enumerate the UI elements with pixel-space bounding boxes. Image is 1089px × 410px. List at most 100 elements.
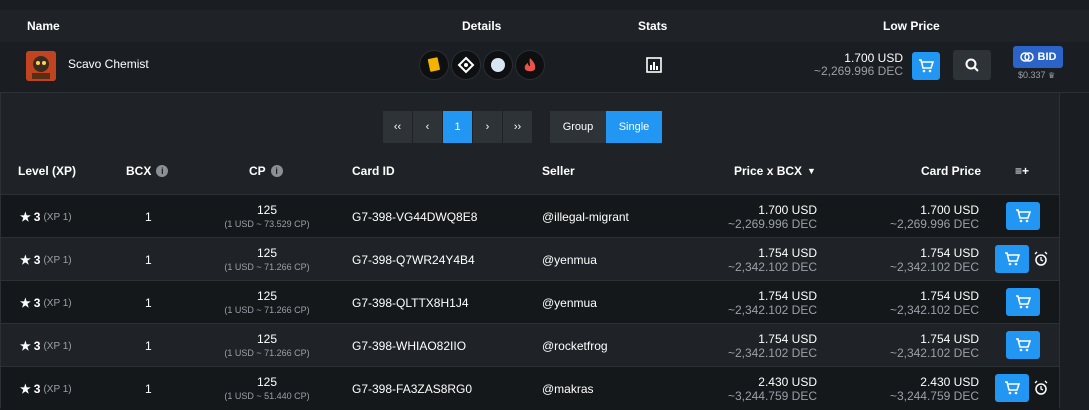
listing-panel: ‹‹ ‹ 1 › ›› Group Single Level (XP) BCX i… [0,93,1060,410]
bcx-value: 1 [145,210,152,224]
col-seller-label: Seller [542,164,575,178]
coins-icon [1019,52,1034,62]
col-price-bcx[interactable]: Price x BCX ▼ [734,164,816,178]
bid-price-value: $0.337 [1018,70,1046,80]
price-bcx-cell: 1.754 USD ~2,342.102 DEC [728,289,817,317]
seller-link[interactable]: @illegal-migrant [542,210,629,224]
table-row[interactable]: ★ 3 (XP 1) 1 125 (1 USD ~ 51.440 CP) G7-398-FA… [1,366,1059,410]
card-price-dec: ~2,342.102 DEC [889,260,979,274]
buy-low-price-button[interactable] [912,52,940,80]
col-card-price-label: Card Price [921,164,982,178]
price-bcx-cell: 1.700 USD ~2,269.996 DEC [728,203,817,231]
info-icon[interactable]: i [156,165,169,177]
stats-icon[interactable] [645,56,663,74]
buy-button[interactable] [1006,331,1040,359]
col-level[interactable]: Level (XP) [18,164,76,178]
market-card-row[interactable]: Scavo Chemist 1.700 USD ~2,269.996 DEC B… [0,42,1089,93]
crown-icon: ♛ [1048,71,1056,80]
buy-button[interactable] [995,245,1029,273]
cp-value: 125 [256,246,278,260]
card-price-cell: 1.754 USD ~2,342.102 DEC [890,246,979,274]
level-value: 3 [33,296,41,310]
xp-value: (XP 1) [43,254,72,266]
col-cp-label: CP [249,164,266,178]
single-view-button[interactable]: Single [606,111,662,143]
bid-button[interactable]: BID [1013,46,1063,68]
buy-button[interactable] [1006,202,1040,230]
cart-icon [1005,252,1020,266]
card-price-cell: 1.754 USD ~2,342.102 DEC [890,289,979,317]
cart-icon [1016,338,1031,352]
xp-value: (XP 1) [43,297,72,309]
card-name[interactable]: Scavo Chemist [68,57,149,71]
col-cp[interactable]: CP i [249,164,283,178]
page-current-button[interactable]: 1 [443,111,472,143]
card-price-dec: ~2,342.102 DEC [889,303,979,317]
header-stats: Stats [638,19,668,33]
star-icon: ★ [20,253,31,267]
col-price-bcx-label: Price x BCX [734,164,803,178]
col-bcx[interactable]: BCX i [126,164,169,178]
card-price-cell: 2.430 USD ~3,244.759 DEC [890,375,979,403]
cart-icon [919,59,934,73]
seller-link[interactable]: @yenmua [542,253,597,267]
col-seller[interactable]: Seller [542,164,575,178]
cp-cell: 125 (1 USD ~ 51.440 CP) [197,375,337,401]
card-price-dec: ~2,269.996 DEC [889,217,979,231]
price-usd: 1.754 USD [758,246,817,260]
bid-label: BID [1037,51,1057,63]
table-row[interactable]: ★ 3 (XP 1) 1 125 (1 USD ~ 73.529 CP) G7-398-VG… [1,194,1059,238]
page-first-button[interactable]: ‹‹ [383,111,412,143]
card-id[interactable]: G7-398-WHIAO82IIO [352,339,466,353]
table-row[interactable]: ★ 3 (XP 1) 1 125 (1 USD ~ 71.266 CP) G7-398-Q7… [1,237,1059,281]
edition-icon [483,50,513,80]
header-name: Name [27,19,60,33]
level-cell: ★ 3 (XP 1) [20,296,72,310]
col-card-price[interactable]: Card Price [921,164,981,178]
card-id[interactable]: G7-398-Q7WR24Y4B4 [352,253,475,267]
info-icon[interactable]: i [270,165,283,177]
price-usd: 2.430 USD [758,375,817,389]
card-price-cell: 1.754 USD ~2,342.102 DEC [890,332,979,360]
seller-link[interactable]: @makras [542,382,594,396]
card-id[interactable]: G7-398-VG44DWQ8E8 [352,210,477,224]
alarm-clock-icon[interactable] [1033,380,1049,396]
sort-chevron-down-icon: ▼ [807,166,816,176]
star-icon: ★ [20,296,31,310]
search-button[interactable] [953,50,991,80]
card-price-dec: ~3,244.759 DEC [889,389,979,403]
price-dec: ~2,342.102 DEC [727,346,817,360]
seller-link[interactable]: @rocketfrog [542,339,608,353]
level-value: 3 [33,339,41,353]
table-row[interactable]: ★ 3 (XP 1) 1 125 (1 USD ~ 71.266 CP) G7-398-WH… [1,323,1059,367]
cp-rate: (1 USD ~ 71.266 CP) [224,262,310,272]
level-cell: ★ 3 (XP 1) [20,382,72,396]
group-view-button[interactable]: Group [550,111,606,143]
cp-rate: (1 USD ~ 71.266 CP) [224,305,310,315]
col-bcx-label: BCX [126,164,152,178]
buy-button[interactable] [1006,288,1040,316]
page-last-button[interactable]: ›› [503,111,532,143]
add-all-button[interactable]: ≡+ [1015,164,1029,178]
page-next-button[interactable]: › [473,111,502,143]
card-price-usd: 2.430 USD [920,375,979,389]
low-price: 1.700 USD ~2,269.996 DEC [814,52,903,78]
level-cell: ★ 3 (XP 1) [20,210,72,224]
cp-rate: (1 USD ~ 73.529 CP) [224,219,310,229]
table-row[interactable]: ★ 3 (XP 1) 1 125 (1 USD ~ 71.266 CP) G7-398-QL… [1,280,1059,324]
star-icon: ★ [20,339,31,353]
col-card-id[interactable]: Card ID [352,164,395,178]
card-price-usd: 1.754 USD [920,246,979,260]
price-usd: 1.700 USD [758,203,817,217]
level-cell: ★ 3 (XP 1) [20,253,72,267]
card-id[interactable]: G7-398-FA3ZAS8RG0 [352,382,472,396]
buy-button[interactable] [995,374,1029,402]
seller-link[interactable]: @yenmua [542,296,597,310]
cart-icon [1016,295,1031,309]
card-id[interactable]: G7-398-QLTTX8H1J4 [352,296,469,310]
page-prev-button[interactable]: ‹ [413,111,442,143]
cp-value: 125 [256,375,278,389]
cart-icon [1016,209,1031,223]
col-level-label: Level (XP) [18,164,77,178]
alarm-clock-icon[interactable] [1033,251,1049,267]
